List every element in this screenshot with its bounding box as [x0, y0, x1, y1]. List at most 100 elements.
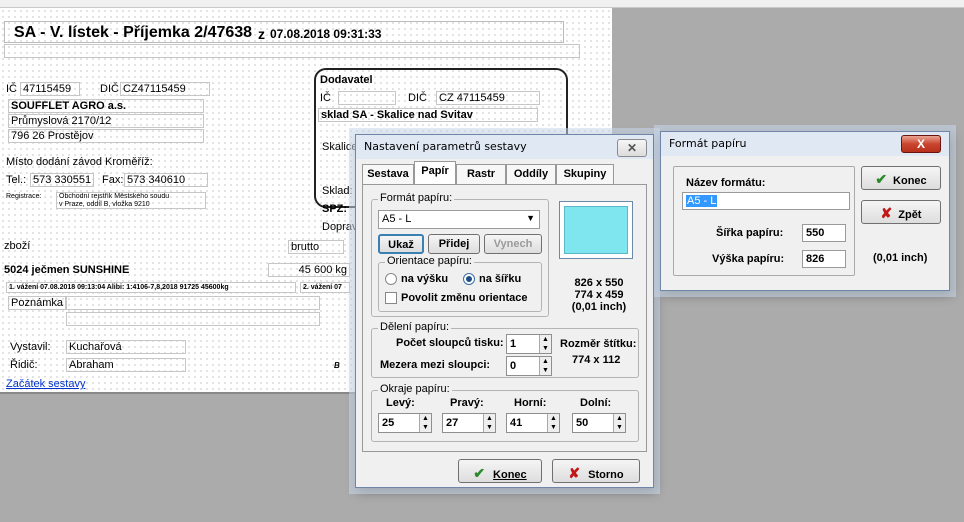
allow-orientation-checkbox[interactable] — [385, 292, 397, 304]
issued-value: Kuchařová — [66, 340, 186, 354]
driver-value: Abraham — [66, 358, 186, 372]
spinner-arrows-icon[interactable]: ▲ ▼ — [547, 414, 559, 432]
tab-sestava[interactable]: Sestava — [362, 164, 414, 184]
columns-label: Počet sloupců tisku: — [396, 337, 504, 349]
format-ok-button[interactable]: ✔ Konec — [861, 166, 941, 190]
margin-right-value: 27 — [446, 417, 459, 429]
format-fields-panel: Název formátu: A5 - L Šířka papíru: 550 … — [673, 166, 855, 276]
spinner-arrows-icon[interactable]: ▲ ▼ — [419, 414, 431, 432]
note-value-2 — [66, 312, 320, 326]
weighing-1: 1. vážení 07.08.2018 09:13:04 Alibi: 1:4… — [6, 282, 296, 293]
cancel-label: Storno — [588, 469, 624, 481]
company-name: SOUFFLET AGRO a.s. — [8, 99, 204, 113]
dic-value: CZ47115459 — [120, 82, 210, 96]
paper-dims-unit: (0,01 inch) — [571, 301, 627, 313]
margin-right-label: Pravý: — [450, 397, 484, 409]
portrait-label: na výšku — [401, 273, 449, 285]
supplier-cut-2: Sklad: — [322, 185, 353, 197]
report-datetime: 07.08.2018 09:31:33 — [270, 27, 382, 41]
gap-value: 0 — [510, 360, 517, 372]
tab-oddily[interactable]: Oddíly — [506, 164, 556, 184]
tab-skupiny[interactable]: Skupiny — [556, 164, 614, 184]
supplier-cut-1: Skalice — [322, 141, 358, 153]
cross-icon: ✘ — [568, 465, 581, 481]
fax-value: 573 340610 — [124, 173, 208, 187]
supplier-name: sklad SA - Skalice nad Svitav — [318, 108, 538, 122]
ic-value: 47115459 — [20, 82, 80, 96]
tel-value: 573 330551 — [30, 173, 94, 187]
supplier-cut-4: Doprav — [322, 221, 358, 233]
paper-height-input[interactable]: 826 — [802, 250, 846, 268]
close-icon[interactable]: ✕ — [617, 139, 647, 157]
paper-preview-area — [564, 206, 628, 254]
issued-label: Vystavil: — [10, 341, 51, 353]
division-group: Dělení papíru: Počet sloupců tisku: 1 ▲ ▼ … — [371, 321, 639, 378]
spinner-arrows-icon[interactable]: ▲ ▼ — [539, 335, 551, 353]
radio-dot — [466, 276, 472, 282]
paper-dimensions: 826 x 550 774 x 459 (0,01 inch) — [559, 277, 639, 313]
delivery-place: Místo dodání závod Kroměříž: — [6, 156, 153, 168]
report-start-link[interactable]: Začátek sestavy — [6, 378, 85, 391]
margin-bottom-value: 50 — [576, 417, 589, 429]
report-title: SA - V. lístek - Příjemka 2/47638 — [14, 24, 253, 41]
registration-line-1: Obchodní rejstřík Městského soudu — [59, 193, 170, 200]
paper-format-select[interactable]: A5 - L ▼ — [378, 210, 540, 229]
remove-button[interactable]: Vynech — [484, 234, 542, 254]
fax-label: Fax: — [102, 174, 124, 186]
margin-top-label: Horní: — [514, 397, 547, 409]
orientation-group: Orientace papíru: na výšku na šířku Povo… — [378, 255, 542, 312]
supplier-heading: Dodavatel — [320, 74, 373, 86]
add-button[interactable]: Přidej — [428, 234, 480, 254]
chevron-down-icon: ▼ — [526, 213, 535, 223]
show-button[interactable]: Ukaž — [378, 234, 424, 254]
columns-spinner[interactable]: 1 ▲ ▼ — [506, 334, 552, 354]
report-settings-titlebar: Nastavení parametrů sestavy — [356, 135, 653, 159]
paper-format-value: A5 - L — [382, 213, 412, 225]
paper-height-label: Výška papíru: — [712, 253, 785, 265]
cross-icon: ✘ — [880, 205, 893, 221]
margin-left-spinner[interactable]: 25 ▲ ▼ — [378, 413, 432, 433]
format-unit: (0,01 inch) — [873, 252, 928, 264]
close-icon[interactable]: X — [901, 135, 941, 153]
format-name-label: Název formátu: — [686, 177, 766, 189]
ok-button[interactable]: ✔ Konec — [458, 459, 542, 483]
note-value — [66, 296, 320, 310]
tab-rastr[interactable]: Rastr — [456, 164, 506, 184]
paper-width-label: Šířka papíru: — [716, 227, 784, 239]
division-label: Dělení papíru: — [378, 321, 452, 333]
margin-left-label: Levý: — [386, 397, 415, 409]
cancel-button[interactable]: ✘ Storno — [552, 459, 640, 483]
supplier-dic-value: CZ 47115459 — [436, 91, 540, 105]
spinner-arrows-icon[interactable]: ▲ ▼ — [539, 357, 551, 375]
tab-papir[interactable]: Papír — [414, 161, 456, 184]
margin-top-spinner[interactable]: 41 ▲ ▼ — [506, 413, 560, 433]
spinner-arrows-icon[interactable]: ▲ ▼ — [613, 414, 625, 432]
weighing-2: 2. vážení 07 — [300, 282, 350, 293]
ic-label: IČ — [6, 83, 17, 95]
footer-cut: B — [334, 361, 340, 370]
format-name-input[interactable]: A5 - L — [682, 192, 850, 210]
radio-landscape[interactable] — [463, 273, 475, 285]
allow-orientation-label: Povolit změnu orientace — [401, 292, 528, 304]
format-name-value: A5 - L — [686, 195, 718, 207]
margin-top-value: 41 — [510, 417, 523, 429]
margin-bottom-spinner[interactable]: 50 ▲ ▼ — [572, 413, 626, 433]
radio-portrait[interactable] — [385, 273, 397, 285]
margin-right-spinner[interactable]: 27 ▲ ▼ — [442, 413, 496, 433]
paper-format-title: Formát papíru — [669, 137, 747, 150]
tab-panel-papir: Formát papíru: A5 - L ▼ Ukaž Přidej Vyne… — [362, 184, 647, 452]
format-back-button[interactable]: ✘ Zpět — [861, 200, 941, 224]
note-label: Poznámka — [8, 296, 66, 310]
spinner-arrows-icon[interactable]: ▲ ▼ — [483, 414, 495, 432]
paper-width-input[interactable]: 550 — [802, 224, 846, 242]
paper-format-label: Formát papíru: — [378, 192, 455, 204]
checkmark-icon: ✔ — [473, 465, 486, 481]
window-top-strip — [0, 0, 964, 8]
gap-spinner[interactable]: 0 ▲ ▼ — [506, 356, 552, 376]
item-name: 5024 ječmen SUNSHINE — [4, 264, 130, 276]
paper-format-dialog: Formát papíru X Název formátu: A5 - L Ší… — [660, 131, 950, 291]
driver-label: Řidič: — [10, 359, 38, 371]
orientation-label: Orientace papíru: — [385, 255, 474, 267]
supplier-ic-value — [338, 91, 396, 105]
columns-value: 1 — [510, 338, 517, 350]
